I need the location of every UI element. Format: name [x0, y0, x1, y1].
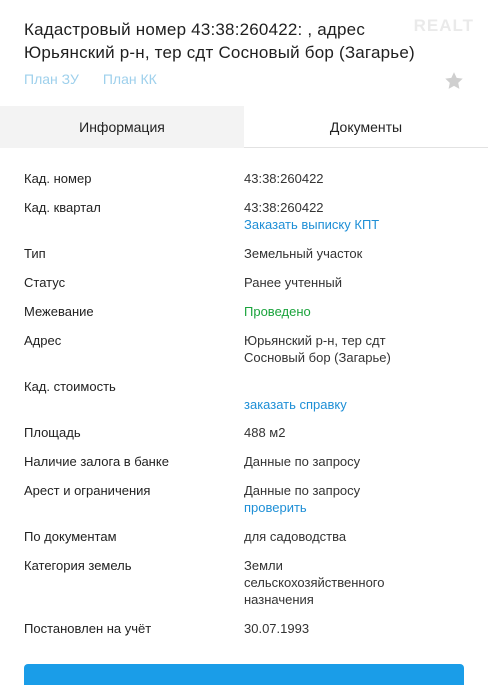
- address-line-2: Сосновый бор (Загарье): [244, 350, 391, 365]
- plan-links: План ЗУ План КК: [24, 71, 157, 87]
- row-value: 43:38:260422: [244, 171, 324, 186]
- row-value-group: заказать справку: [244, 396, 454, 413]
- plan-zu-link[interactable]: План ЗУ: [24, 71, 79, 87]
- row-value-group: Юрьянский р-н, тер сдт Сосновый бор (Заг…: [244, 332, 454, 366]
- row-value-wrap: Проведено: [244, 303, 454, 320]
- watermark: REALT: [413, 16, 474, 35]
- row-value-group: Земли сельскохозяйственного назначения: [244, 557, 454, 608]
- row-label: Статус: [24, 275, 66, 290]
- row-label: Кад. номер: [24, 171, 92, 186]
- row-value-group: 43:38:260422 Заказать выписку КПТ: [244, 199, 454, 233]
- row-label: Кад. стоимость: [24, 379, 116, 394]
- row-value: 43:38:260422: [244, 200, 324, 215]
- row-value: 488 м2: [244, 425, 286, 440]
- category-line-2: сельскохозяйственного: [244, 575, 385, 590]
- plan-kk-link[interactable]: План КК: [103, 71, 157, 87]
- row-value: для садоводства: [244, 529, 347, 544]
- primary-action-button[interactable]: [24, 664, 464, 685]
- row-label: Категория земель: [24, 558, 132, 573]
- row-value: Ранее учтенный: [244, 275, 342, 290]
- row-label: По документам: [24, 529, 117, 544]
- row-value: Земельный участок: [244, 246, 363, 261]
- row-label: Наличие залога в банке: [24, 454, 169, 469]
- star-icon[interactable]: [443, 70, 465, 92]
- row-label: Арест и ограничения: [24, 483, 151, 498]
- category-line-1: Земли: [244, 558, 283, 573]
- address-line-1: Юрьянский р-н, тер сдт: [244, 333, 386, 348]
- row-label: Площадь: [24, 425, 81, 440]
- status-badge: Проведено: [244, 304, 311, 319]
- order-certificate-link[interactable]: заказать справку: [244, 396, 454, 413]
- row-label: Кад. квартал: [24, 200, 101, 215]
- header: Кадастровый номер 43:38:260422: , адрес …: [24, 18, 444, 64]
- row-value: Данные по запросу: [244, 483, 361, 498]
- row-label: Тип: [24, 246, 46, 261]
- category-line-3: назначения: [244, 592, 314, 607]
- check-link[interactable]: проверить: [244, 499, 454, 516]
- row-label: Адрес: [24, 333, 62, 348]
- row-value: 30.07.1993: [244, 621, 310, 636]
- page-title: Кадастровый номер 43:38:260422: , адрес …: [24, 20, 415, 62]
- row-value-group: Данные по запросу проверить: [244, 482, 454, 516]
- tab-information[interactable]: Информация: [0, 106, 244, 148]
- row-value: Данные по запросу: [244, 454, 361, 469]
- order-kpt-link[interactable]: Заказать выписку КПТ: [244, 216, 454, 233]
- page: Кадастровый номер 43:38:260422: , адрес …: [0, 0, 488, 685]
- row-label: Постановлен на учёт: [24, 621, 152, 636]
- tab-bar: Информация Документы: [0, 106, 488, 148]
- tab-documents[interactable]: Документы: [244, 106, 488, 148]
- row-label: Межевание: [24, 304, 94, 319]
